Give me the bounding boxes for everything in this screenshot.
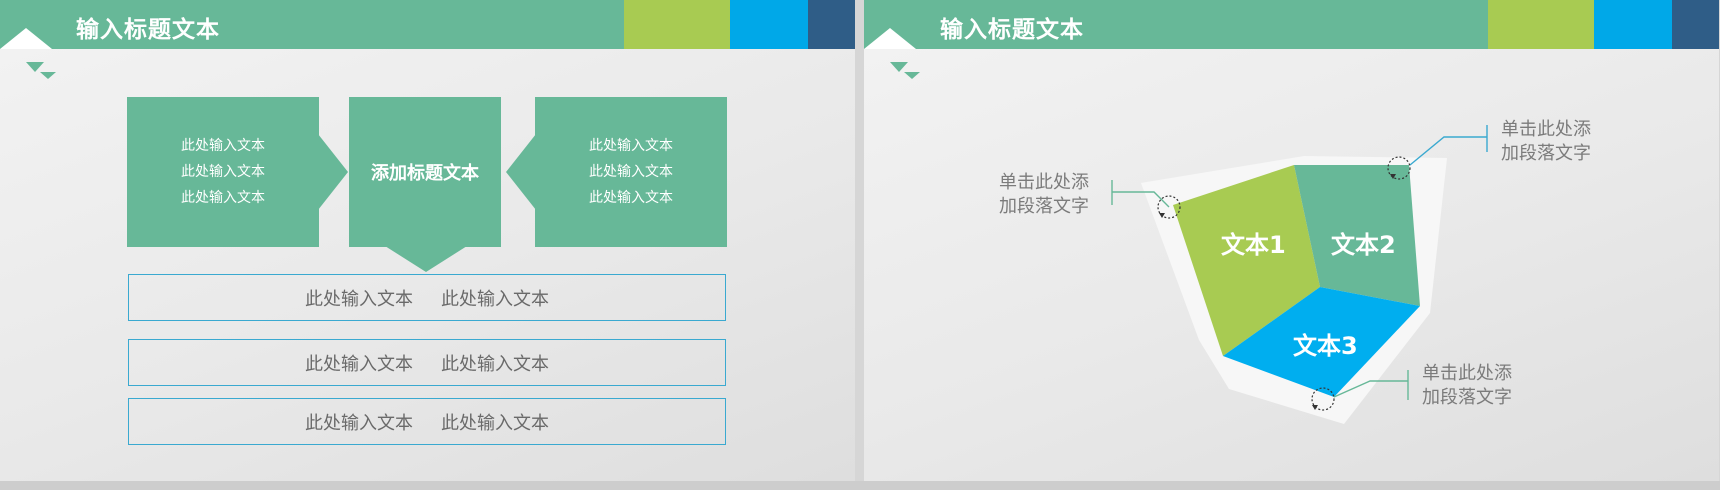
row-2-text-2: 此处输入文本 [441,353,549,375]
header-color-block-blue [730,0,808,49]
right-text-box: 此处输入文本 此处输入文本 此处输入文本 [535,97,727,247]
right-box-arrow [506,134,536,210]
right-box-line-3: 此处输入文本 [589,190,673,206]
header-color-block-navy [808,0,855,49]
callout-bottom-line-2: 加段落文字 [1422,387,1512,408]
slide-title: 输入标题文本 [76,17,220,43]
row-1-text-2: 此处输入文本 [441,288,549,310]
callout-left-line-2: 加段落文字 [999,196,1089,217]
segment-2-label: 文本2 [1331,231,1396,259]
row-3-text-1: 此处输入文本 [305,412,413,434]
callout-bottom: 单击此处添 加段落文字 [1422,362,1512,410]
callout-left-line-1: 单击此处添 [999,172,1089,193]
row-2-text-1: 此处输入文本 [305,353,413,375]
right-box-line-2: 此处输入文本 [589,164,673,180]
segment-1-label: 文本1 [1221,231,1286,259]
slide-right: 输入标题文本 文本1 文本2 文本3 单击此处添 加段落文字 单击此处添 加段落… [864,0,1719,481]
row-1-text-1: 此处输入文本 [305,288,413,310]
left-box-line-2: 此处输入文本 [181,164,265,180]
callout-top-right: 单击此处添 加段落文字 [1501,118,1591,166]
left-text-box: 此处输入文本 此处输入文本 此处输入文本 [127,97,319,247]
text-row-3: 此处输入文本 此处输入文本 [128,398,726,445]
left-box-line-3: 此处输入文本 [181,190,265,206]
slide-left: 输入标题文本 此处输入文本 此处输入文本 此处输入文本 添加标题文本 此处输入文… [0,0,855,481]
callout-top-right-line-1: 单击此处添 [1501,119,1591,140]
segment-3-label: 文本3 [1293,332,1358,360]
left-box-arrow [318,134,348,210]
polygon-diagram [1111,125,1488,424]
center-title-box: 添加标题文本 [349,97,501,247]
text-row-1: 此处输入文本 此处输入文本 [128,274,726,321]
callout-bottom-line-1: 单击此处添 [1422,363,1512,384]
row-3-text-2: 此处输入文本 [441,412,549,434]
left-box-line-1: 此处输入文本 [181,138,265,154]
bottom-strip [0,481,1720,490]
center-box-arrow [385,246,467,272]
callout-top-right-line-2: 加段落文字 [1501,143,1591,164]
callout-left: 单击此处添 加段落文字 [999,171,1089,219]
text-row-2: 此处输入文本 此处输入文本 [128,339,726,386]
header-color-block-green [624,0,730,49]
center-box-title: 添加标题文本 [371,163,479,184]
header-triangle-decoration [0,28,56,79]
right-box-line-1: 此处输入文本 [589,138,673,154]
